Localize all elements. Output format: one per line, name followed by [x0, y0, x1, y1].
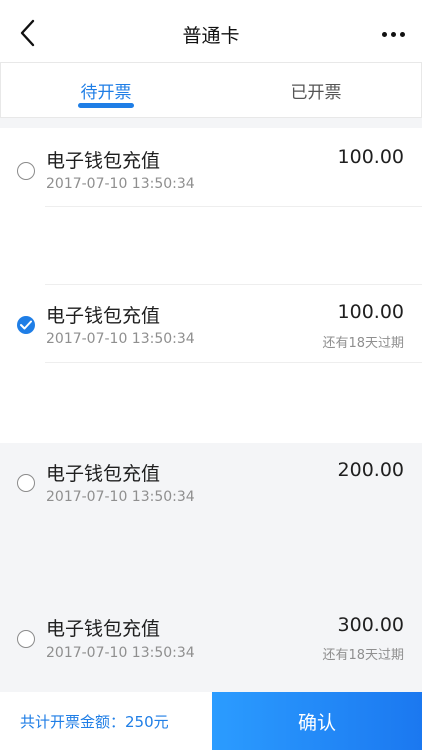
item-time: 2017-07-10 13:50:34 [46, 176, 195, 192]
more-dot-icon [399, 31, 405, 37]
top-navigation-bar: 普通卡 [0, 0, 422, 64]
radio-button[interactable] [17, 474, 35, 492]
bottom-action-bar: 共计开票金额： 250元 确认 [0, 692, 422, 750]
item-amount: 200.00 [337, 459, 404, 481]
item-time: 2017-07-10 13:50:34 [46, 645, 195, 661]
confirm-button[interactable]: 确认 [212, 692, 422, 750]
recharge-record-list: 电子钱包充值 2017-07-10 13:50:34 100.00 电子钱包充值… [0, 128, 422, 663]
tab-pending-invoice[interactable]: 待开票 [1, 63, 211, 117]
item-expire-note: 还有18天过期 [322, 648, 404, 663]
radio-button[interactable] [17, 162, 35, 180]
tab-label: 已开票 [290, 82, 342, 103]
list-item[interactable]: 电子钱包充值 2017-07-10 13:50:34 100.00 还有18天过… [0, 206, 422, 351]
radio-button[interactable] [17, 630, 35, 648]
more-dot-icon [381, 31, 387, 37]
item-amount: 300.00 [337, 614, 404, 636]
item-name: 电子钱包充值 [46, 463, 161, 485]
item-name: 电子钱包充值 [46, 618, 161, 640]
item-name: 电子钱包充值 [46, 150, 161, 172]
item-amount: 100.00 [337, 146, 404, 168]
item-time: 2017-07-10 13:50:34 [46, 489, 195, 505]
list-item[interactable]: 电子钱包充值 2017-07-10 13:50:34 300.00 还有18天过… [0, 362, 422, 663]
tab-issued-invoice[interactable]: 已开票 [211, 63, 421, 117]
tab-label: 待开票 [80, 82, 132, 103]
list-item[interactable]: 电子钱包充值 2017-07-10 13:50:34 100.00 [0, 128, 422, 206]
more-dot-icon [390, 31, 396, 37]
invoice-tabs: 待开票 已开票 [0, 62, 422, 118]
total-amount-box: 共计开票金额： 250元 [0, 692, 212, 750]
page-title: 普通卡 [182, 25, 240, 47]
total-value: 250元 [125, 712, 169, 731]
list-item[interactable]: 电子钱包充值 2017-07-10 13:50:34 200.00 [0, 284, 422, 505]
more-button[interactable] [378, 22, 408, 46]
total-label: 共计开票金额： [20, 712, 126, 731]
